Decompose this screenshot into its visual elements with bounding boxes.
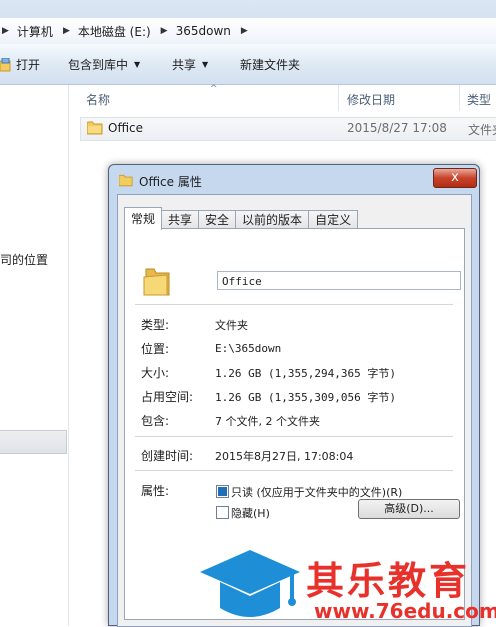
large-folder-icon bbox=[143, 268, 170, 296]
breadcrumb-drive[interactable]: 本地磁盘 (E:) ▶ bbox=[78, 23, 176, 40]
size-label: 大小: bbox=[141, 366, 170, 380]
created-value: 2015年8月27日, 17:08:04 bbox=[215, 450, 354, 463]
column-divider[interactable] bbox=[459, 85, 460, 111]
share-button[interactable]: 共享 ▼ bbox=[172, 56, 208, 73]
contains-value: 7 个文件, 2 个文件夹 bbox=[215, 415, 320, 428]
navigation-pane[interactable]: 司的位置 bbox=[0, 85, 69, 626]
address-bar-area: ▶ 计算机 ▶ 本地磁盘 (E:) ▶ 365down ▶ bbox=[0, 0, 496, 45]
open-label: 打开 bbox=[16, 58, 41, 72]
graduation-cap-logo bbox=[200, 550, 300, 617]
breadcrumb-arrow[interactable]: ▶ bbox=[2, 26, 17, 36]
size-value: 1.26 GB (1,355,294,365 字节) bbox=[215, 367, 396, 380]
column-modified[interactable]: 修改日期 bbox=[347, 91, 395, 108]
sort-ascending-icon: ^ bbox=[210, 84, 218, 94]
folder-icon bbox=[119, 174, 133, 187]
share-label: 共享 bbox=[172, 58, 197, 72]
breadcrumb-folder[interactable]: 365down ▶ bbox=[176, 24, 256, 38]
breadcrumb-computer[interactable]: 计算机 ▶ bbox=[17, 23, 78, 40]
watermark-brand: 其乐教育 bbox=[306, 559, 471, 603]
nav-item-locations[interactable]: 司的位置 bbox=[0, 251, 48, 268]
open-icon bbox=[0, 57, 11, 71]
tab-general[interactable]: 常规 bbox=[124, 207, 163, 230]
file-row[interactable]: Office 2015/8/27 17:08 文件夹 bbox=[80, 117, 496, 141]
divider bbox=[135, 436, 453, 437]
contains-label: 包含: bbox=[141, 414, 170, 428]
command-bar: 打开 包含到库中 ▼ 共享 ▼ 新建文件夹 bbox=[0, 44, 496, 85]
include-in-library-button[interactable]: 包含到库中 ▼ bbox=[68, 56, 140, 73]
nav-item-selected[interactable] bbox=[0, 430, 67, 454]
created-label: 创建时间: bbox=[141, 449, 194, 463]
include-in-library-label: 包含到库中 bbox=[68, 58, 129, 72]
tab-previous-versions[interactable]: 以前的版本 bbox=[235, 210, 310, 229]
watermark-url: www.76edu.com bbox=[314, 599, 496, 623]
close-icon: x bbox=[451, 170, 459, 185]
divider bbox=[135, 304, 453, 305]
breadcrumb-label: 计算机 bbox=[16, 24, 53, 39]
folder-name-field[interactable]: Office bbox=[217, 271, 461, 290]
file-name: Office bbox=[108, 121, 144, 135]
hidden-checkbox[interactable] bbox=[216, 506, 229, 519]
readonly-label: 只读 (仅应用于文件夹中的文件)(R) bbox=[231, 486, 403, 499]
advanced-button[interactable]: 高级(D)... bbox=[358, 499, 460, 519]
column-name[interactable]: 名称 bbox=[86, 91, 110, 108]
chevron-right-icon: ▶ bbox=[62, 26, 70, 36]
column-header: ^ 名称 修改日期 类型 bbox=[70, 84, 496, 111]
tab-security[interactable]: 安全 bbox=[198, 210, 237, 229]
dropdown-arrow-icon: ▼ bbox=[202, 60, 209, 69]
chevron-right-icon: ▶ bbox=[160, 26, 168, 36]
new-folder-label: 新建文件夹 bbox=[240, 58, 301, 72]
new-folder-button[interactable]: 新建文件夹 bbox=[240, 56, 300, 73]
location-value: E:\365down bbox=[215, 342, 282, 355]
breadcrumb-label: 本地磁盘 (E:) bbox=[77, 24, 151, 39]
dialog-title: Office 属性 bbox=[139, 175, 202, 189]
tab-strip: 常规 共享 安全 以前的版本 自定义 bbox=[124, 207, 359, 230]
folder-icon bbox=[87, 121, 103, 135]
divider bbox=[135, 470, 453, 471]
chevron-right-icon: ▶ bbox=[240, 26, 248, 36]
dropdown-arrow-icon: ▼ bbox=[134, 60, 141, 69]
tab-customize[interactable]: 自定义 bbox=[308, 210, 359, 229]
close-button[interactable]: x bbox=[433, 168, 477, 188]
readonly-checkbox[interactable] bbox=[216, 485, 229, 498]
file-type: 文件夹 bbox=[468, 123, 496, 137]
type-label: 类型: bbox=[141, 318, 170, 332]
column-divider[interactable] bbox=[338, 85, 339, 111]
attributes-label: 属性: bbox=[141, 484, 170, 498]
type-value: 文件夹 bbox=[215, 319, 248, 332]
file-modified: 2015/8/27 17:08 bbox=[347, 121, 447, 135]
location-label: 位置: bbox=[141, 342, 170, 356]
tab-sharing[interactable]: 共享 bbox=[161, 210, 200, 229]
size-on-disk-value: 1.26 GB (1,355,309,056 字节) bbox=[215, 391, 396, 404]
hidden-label: 隐藏(H) bbox=[231, 507, 270, 520]
size-on-disk-label: 占用空间: bbox=[141, 390, 194, 404]
open-button[interactable]: 打开 bbox=[0, 56, 40, 73]
column-type[interactable]: 类型 bbox=[467, 91, 491, 108]
address-bar[interactable]: ▶ 计算机 ▶ 本地磁盘 (E:) ▶ 365down ▶ bbox=[0, 18, 496, 45]
breadcrumb-label: 365down bbox=[175, 24, 231, 38]
